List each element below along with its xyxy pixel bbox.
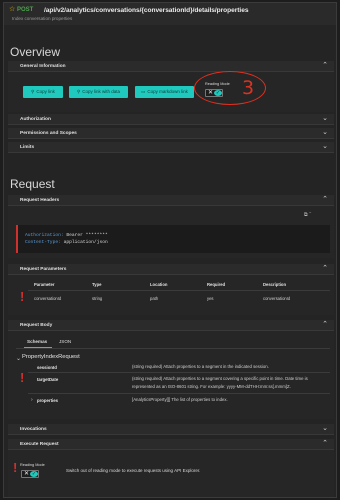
execute-request-section[interactable]: Execute Request ⌃	[8, 439, 334, 450]
chevron-down-icon[interactable]: ⌄	[322, 425, 328, 433]
property-description: [AnalyticsProperty[]] The list of proper…	[132, 397, 228, 402]
chevron-right-icon[interactable]: ›	[31, 397, 33, 403]
chevron-up-icon[interactable]: ⌃	[322, 321, 328, 329]
check-icon: ✓	[30, 471, 38, 477]
request-parameters-panel	[8, 275, 334, 315]
section-title: General Information	[20, 64, 66, 69]
property-description: (string required) Attach properties to a…	[132, 364, 269, 369]
section-title: Request Body	[20, 323, 53, 328]
table-cell: string	[92, 296, 103, 301]
request-parameters-section[interactable]: Request Parameters ⌃	[8, 264, 334, 275]
chevron-up-icon[interactable]: ⌃	[322, 265, 328, 273]
copy-markdown-link-button[interactable]: ▭ Copy markdown link	[135, 86, 194, 98]
close-icon: ✕	[24, 471, 30, 477]
section-title: Invocations	[20, 427, 47, 432]
reading-mode-toggle-execute[interactable]: ✕ ✓	[21, 470, 39, 478]
invocations-section[interactable]: Invocations ⌄	[8, 424, 334, 435]
header-key: Content-Type:	[25, 240, 61, 245]
column-header: Description	[263, 282, 287, 287]
http-method: POST	[17, 7, 34, 13]
chevron-down-icon[interactable]: ⌄	[322, 115, 328, 123]
request-headers-section[interactable]: Request Headers ⌃	[8, 195, 334, 206]
request-body-section[interactable]: Request Body ⌃	[8, 320, 334, 331]
property-name: targetDate	[37, 377, 59, 382]
chevron-up-icon[interactable]: ⌃	[322, 440, 328, 448]
reading-mode-label: Reading Mode	[20, 463, 45, 467]
column-header: Type	[92, 282, 102, 287]
table-cell: yes	[207, 296, 214, 301]
overview-heading: Overview	[10, 45, 61, 59]
execute-request-panel	[8, 450, 334, 497]
tab-schemas[interactable]: Schemas	[27, 339, 47, 344]
chevron-down-icon[interactable]: ⌄	[16, 355, 21, 362]
link-icon: ⚲	[31, 89, 35, 94]
copy-link-with-data-button[interactable]: ⚲ Copy link with data	[69, 86, 128, 98]
section-title: Request Headers	[20, 198, 60, 203]
markdown-icon: ▭	[141, 89, 146, 94]
request-heading: Request	[10, 177, 55, 191]
table-cell: conversationId	[263, 296, 291, 301]
favorite-star-icon[interactable]: ☆	[9, 6, 15, 13]
chevron-up-icon[interactable]: ⌃	[322, 196, 328, 204]
warning-icon: !	[13, 460, 18, 475]
header-key: Authorization:	[25, 233, 64, 238]
property-name: sessionId	[37, 365, 57, 370]
divider	[16, 348, 330, 349]
chevron-down-icon[interactable]: ⌄	[322, 129, 328, 137]
section-title: Authorization	[20, 117, 51, 122]
tab-json[interactable]: JSON	[59, 339, 71, 344]
annotation-number: 3	[242, 77, 255, 99]
header-value: Bearer ********	[66, 233, 108, 238]
section-title: Execute Request	[20, 442, 59, 447]
column-header: Required	[207, 282, 226, 287]
property-name[interactable]: properties	[37, 398, 58, 403]
endpoint-subtitle: Index conversation properties	[12, 16, 73, 21]
endpoint-header: ☆ POST /api/v2/analytics/conversations/{…	[4, 3, 336, 25]
column-header: Location	[150, 282, 168, 287]
annotation-circle	[194, 71, 266, 105]
copy-link-button[interactable]: ⚲ Copy link	[23, 86, 63, 98]
divider	[28, 372, 330, 373]
endpoint-path: /api/v2/analytics/conversations/{convers…	[44, 7, 249, 14]
headers-code-block: Authorization: Bearer ******** Content-T…	[16, 225, 330, 253]
divider	[28, 290, 330, 291]
copy-code-icon[interactable]: ⧉ ⌃	[304, 212, 311, 218]
table-cell: path	[150, 296, 159, 301]
execute-message: Switch out of reading mode to execute re…	[66, 468, 201, 473]
general-information-section[interactable]: General Information ⌃	[8, 61, 334, 72]
chevron-down-icon[interactable]: ⌄	[322, 143, 328, 151]
table-cell: conversationId	[34, 296, 62, 301]
required-icon: !	[20, 370, 25, 385]
divider	[28, 393, 330, 394]
header-value: application/json	[63, 240, 108, 245]
schema-name: PropertyIndexRequest	[22, 354, 80, 360]
authorization-section[interactable]: Authorization ⌄	[8, 114, 334, 125]
property-description: (string required) Attach properties to a…	[132, 376, 308, 389]
section-title: Limits	[20, 145, 35, 150]
chevron-up-icon[interactable]: ⌃	[322, 62, 328, 70]
api-endpoint-panel: ☆ POST /api/v2/analytics/conversations/{…	[3, 2, 337, 498]
column-header: Parameter	[34, 282, 55, 287]
limits-section[interactable]: Limits ⌄	[8, 142, 334, 153]
required-icon: !	[20, 289, 25, 304]
section-title: Request Parameters	[20, 267, 67, 272]
permissions-section[interactable]: Permissions and Scopes ⌄	[8, 128, 334, 139]
section-title: Permissions and Scopes	[20, 131, 77, 136]
link-icon: ⚲	[76, 89, 81, 94]
